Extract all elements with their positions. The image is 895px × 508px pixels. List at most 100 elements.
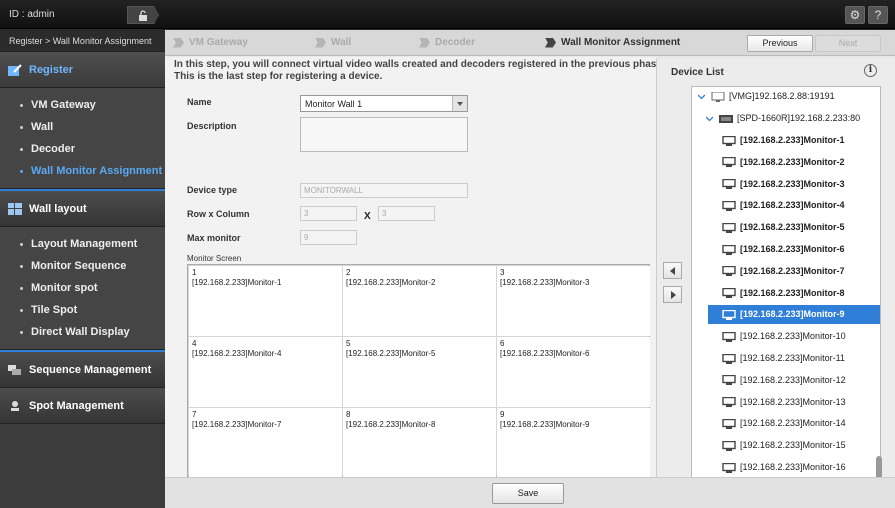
name-select[interactable]: Monitor Wall 1 (300, 95, 468, 112)
main-area: VM Gateway Wall Decoder Wall Monitor Ass… (165, 30, 895, 508)
tree-node-monitor[interactable]: [192.168.2.233]Monitor-13 (722, 393, 846, 412)
section-sequence-management[interactable]: Sequence Management (0, 352, 165, 388)
device-list-panel: Device List i [VMG]192.168.2.88:19191 [S… (656, 58, 895, 508)
step-wall: Wall (315, 37, 351, 48)
monitor-icon (722, 157, 736, 168)
save-button[interactable]: Save (492, 483, 564, 504)
tree-scrollbar[interactable] (876, 148, 882, 498)
gateway-icon (711, 91, 725, 102)
section-spot-management[interactable]: Spot Management (0, 388, 165, 424)
wall-layout-submenu: Layout Management Monitor Sequence Monit… (0, 227, 165, 350)
assign-left-button[interactable] (663, 262, 682, 279)
sidebar-item-direct-wall-display[interactable]: Direct Wall Display (0, 321, 165, 343)
section-register[interactable]: Register (0, 52, 165, 88)
monitor-cell[interactable]: 4 [192.168.2.233]Monitor-4 (189, 337, 342, 407)
sidebar-item-wall[interactable]: Wall (0, 116, 165, 138)
intro-text: In this step, you will connect virtual v… (174, 59, 657, 82)
previous-button[interactable]: Previous (747, 35, 813, 52)
tree-node-monitor[interactable]: [192.168.2.233]Monitor-4 (722, 196, 845, 215)
assign-right-button[interactable] (663, 286, 682, 303)
max-monitor-label: Max monitor (187, 233, 241, 243)
tree-node-monitor[interactable]: [192.168.2.233]Monitor-11 (722, 349, 845, 368)
step-bar: VM Gateway Wall Decoder Wall Monitor Ass… (165, 30, 895, 56)
sidebar-item-layout-management[interactable]: Layout Management (0, 233, 165, 255)
monitor-cell[interactable]: 5 [192.168.2.233]Monitor-5 (343, 337, 496, 407)
description-field[interactable] (300, 117, 468, 152)
form-content: In this step, you will connect virtual v… (165, 57, 657, 477)
tree-node-monitor[interactable]: [192.168.2.233]Monitor-16 (722, 458, 846, 477)
name-label: Name (187, 97, 212, 107)
help-icon: ? (874, 8, 882, 22)
rows-field: 3 (300, 206, 357, 221)
tree-node-monitor[interactable]: [192.168.2.233]Monitor-2 (722, 153, 845, 172)
row-column-label: Row x Column (187, 209, 250, 219)
tree-node-monitor[interactable]: [192.168.2.233]Monitor-6 (722, 240, 845, 259)
tree-node-monitor[interactable]: [192.168.2.233]Monitor-1 (722, 131, 845, 150)
chevron-down-icon (706, 116, 713, 122)
step-vm-gateway: VM Gateway (173, 37, 248, 48)
register-submenu: VM Gateway Wall Decoder Wall Monitor Ass… (0, 88, 165, 189)
section-register-label: Register (29, 63, 74, 76)
tree-node-monitor[interactable]: [192.168.2.233]Monitor-8 (722, 284, 845, 303)
monitor-icon (722, 288, 736, 299)
sequence-icon (8, 364, 21, 375)
info-icon[interactable]: i (864, 64, 877, 77)
spot-icon (11, 400, 19, 411)
sidebar: Register > Wall Monitor Assignment Regis… (0, 30, 165, 508)
sidebar-item-wall-monitor-assignment[interactable]: Wall Monitor Assignment (0, 160, 165, 182)
bullet-icon (20, 242, 23, 246)
step-arrow-icon (419, 37, 430, 48)
bullet-icon (20, 103, 23, 107)
register-icon (8, 63, 22, 76)
tree-node-monitor[interactable]: [192.168.2.233]Monitor-5 (722, 218, 845, 237)
monitor-icon (722, 309, 736, 320)
user-id: ID : admin (9, 9, 55, 20)
bullet-icon (20, 286, 23, 290)
decoder-icon (719, 114, 733, 123)
monitor-cell[interactable]: 8 [192.168.2.233]Monitor-8 (343, 408, 496, 477)
monitor-icon (722, 418, 736, 429)
monitor-cell[interactable]: 6 [192.168.2.233]Monitor-6 (497, 337, 650, 407)
tree-node-monitor[interactable]: [192.168.2.233]Monitor-15 (722, 436, 846, 455)
tree-node-monitor[interactable]: [192.168.2.233]Monitor-9 (708, 305, 880, 325)
tree-node-monitor[interactable]: [192.168.2.233]Monitor-3 (722, 175, 845, 194)
monitor-cell[interactable]: 7 [192.168.2.233]Monitor-7 (189, 408, 342, 477)
monitor-icon (722, 462, 736, 473)
monitor-cell[interactable]: 3 [192.168.2.233]Monitor-3 (497, 266, 650, 336)
description-label: Description (187, 121, 237, 131)
tree-node-monitor[interactable]: [192.168.2.233]Monitor-7 (722, 262, 845, 281)
monitor-cell[interactable]: 1 [192.168.2.233]Monitor-1 (189, 266, 342, 336)
wall-layout-icon (8, 202, 22, 215)
monitor-icon (722, 244, 736, 255)
save-bar: Save (165, 477, 895, 508)
step-wall-monitor-assignment: Wall Monitor Assignment (545, 37, 680, 48)
tree-node-monitor[interactable]: [192.168.2.233]Monitor-14 (722, 414, 846, 433)
help-button[interactable]: ? (868, 6, 888, 24)
sidebar-item-tile-spot[interactable]: Tile Spot (0, 299, 165, 321)
bullet-icon (20, 308, 23, 312)
tree-node-decoder[interactable]: [SPD-1660R]192.168.2.233:80 (706, 109, 860, 128)
tree-node-monitor[interactable]: [192.168.2.233]Monitor-10 (722, 327, 846, 346)
chevron-down-icon (452, 96, 467, 111)
tree-node-monitor[interactable]: [192.168.2.233]Monitor-12 (722, 371, 846, 390)
columns-field: 3 (378, 206, 435, 221)
top-bar: ID : admin ⚙ ? (0, 0, 895, 29)
gear-icon: ⚙ (849, 8, 861, 22)
tree-node-vmg[interactable]: [VMG]192.168.2.88:19191 (698, 87, 835, 106)
sidebar-item-decoder[interactable]: Decoder (0, 138, 165, 160)
monitor-cell[interactable]: 2 [192.168.2.233]Monitor-2 (343, 266, 496, 336)
bullet-icon (20, 147, 23, 151)
device-list-title: Device List (671, 67, 724, 78)
monitor-screen-grid: 1 [192.168.2.233]Monitor-1 2 [192.168.2.23… (187, 264, 650, 477)
settings-button[interactable]: ⚙ (845, 6, 865, 24)
monitor-cell[interactable]: 9 [192.168.2.233]Monitor-9 (497, 408, 650, 477)
step-arrow-icon (173, 37, 184, 48)
monitor-screen-label: Monitor Screen (187, 254, 242, 263)
sidebar-item-vm-gateway[interactable]: VM Gateway (0, 94, 165, 116)
lock-button[interactable] (127, 6, 159, 24)
next-button[interactable]: Next (815, 35, 881, 52)
section-wall-layout[interactable]: Wall layout (0, 191, 165, 227)
sidebar-item-monitor-spot[interactable]: Monitor spot (0, 277, 165, 299)
breadcrumb: Register > Wall Monitor Assignment (0, 30, 165, 52)
sidebar-item-monitor-sequence[interactable]: Monitor Sequence (0, 255, 165, 277)
